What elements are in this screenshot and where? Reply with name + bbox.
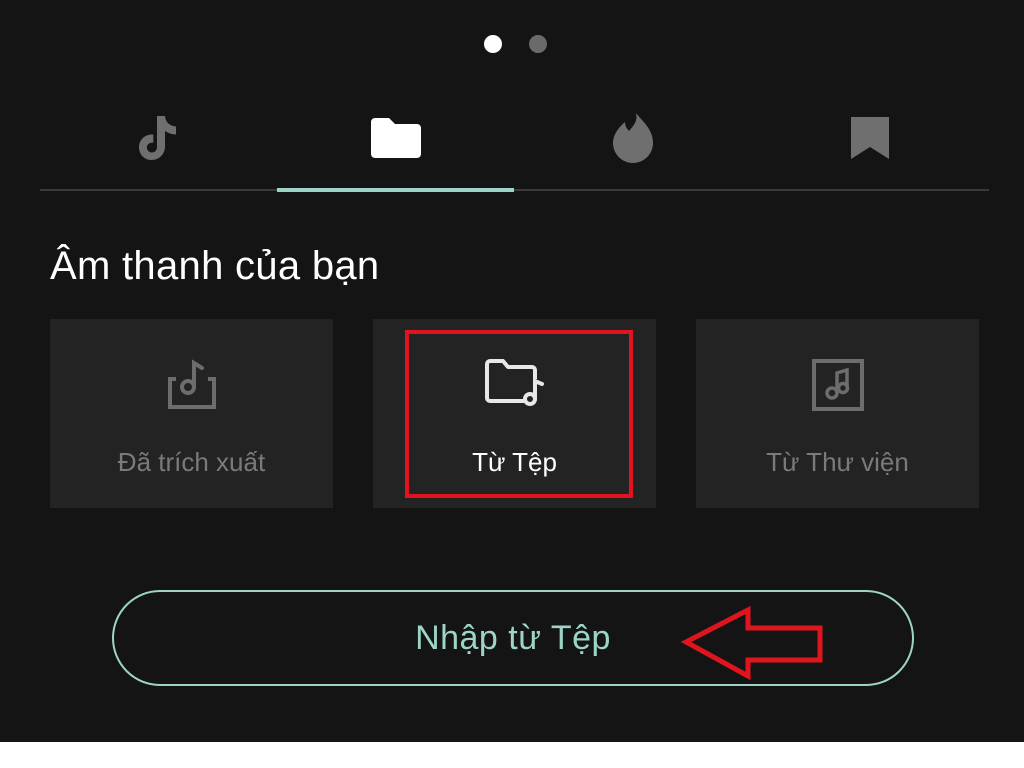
card-label-from-library: Từ Thư viện bbox=[766, 447, 909, 477]
tab-divider bbox=[40, 189, 989, 191]
page-dot-inactive[interactable] bbox=[529, 35, 547, 53]
tab-bar bbox=[40, 86, 989, 192]
bookmark-icon bbox=[850, 117, 889, 159]
tab-saved[interactable] bbox=[751, 86, 988, 190]
flame-icon bbox=[612, 113, 653, 163]
tab-trending[interactable] bbox=[514, 86, 751, 190]
music-library-icon bbox=[811, 359, 864, 411]
active-tab-indicator bbox=[277, 188, 514, 192]
card-from-file[interactable]: Từ Tệp bbox=[373, 319, 656, 508]
section-title: Âm thanh của bạn bbox=[50, 244, 380, 288]
card-label-extracted: Đã trích xuất bbox=[117, 447, 266, 477]
page-indicator bbox=[0, 35, 1024, 53]
card-extracted[interactable]: Đã trích xuất bbox=[50, 319, 333, 508]
folder-icon bbox=[370, 118, 421, 158]
tab-tiktok[interactable] bbox=[40, 86, 277, 190]
annotation-arrow-icon bbox=[680, 605, 823, 681]
sound-picker-screen: Âm thanh của bạn Đã trích xuất Từ Tệp Từ… bbox=[0, 0, 1024, 742]
page-dot-active[interactable] bbox=[484, 35, 502, 53]
card-label-from-file: Từ Tệp bbox=[472, 447, 557, 477]
tab-folder[interactable] bbox=[277, 86, 514, 190]
tiktok-logo-icon bbox=[138, 116, 176, 160]
card-from-library[interactable]: Từ Thư viện bbox=[696, 319, 979, 508]
import-button-label: Nhập từ Tệp bbox=[415, 618, 611, 657]
folder-music-icon bbox=[484, 359, 544, 406]
extract-music-icon bbox=[167, 359, 216, 409]
